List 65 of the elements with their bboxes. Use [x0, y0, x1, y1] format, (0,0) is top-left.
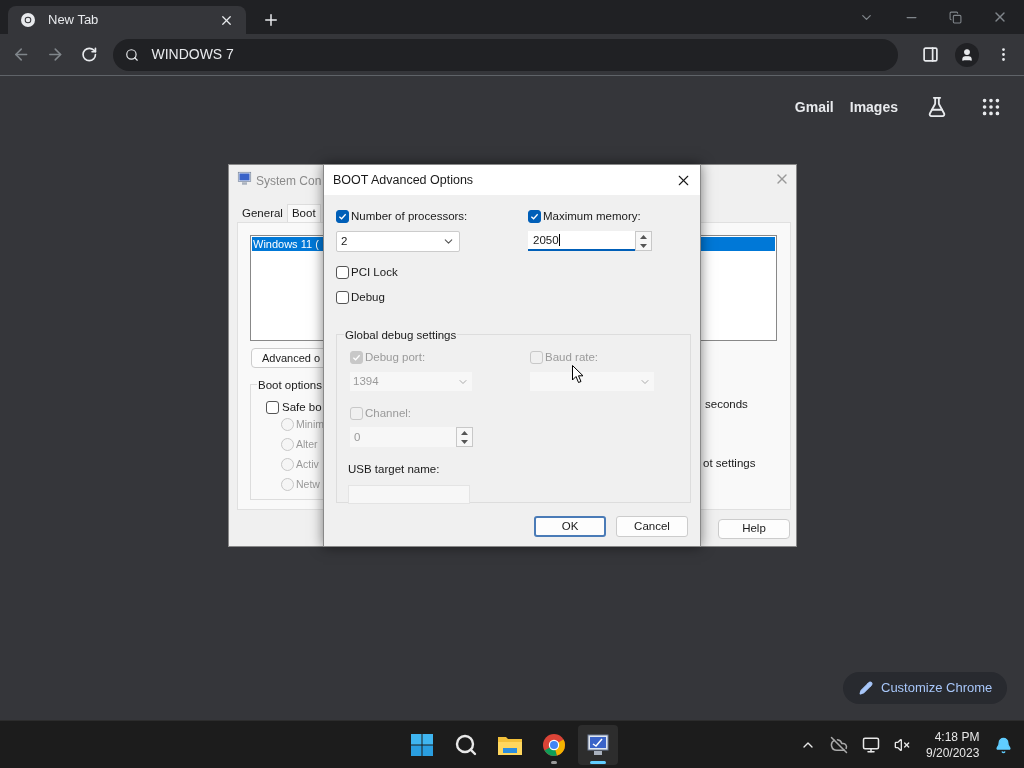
checkmark-icon [338, 212, 347, 222]
permanent-label: ot settings [703, 456, 756, 471]
up-arrow-icon[interactable] [461, 430, 468, 435]
checkmark-icon [530, 212, 539, 222]
checkbox[interactable] [336, 210, 349, 224]
browser-tab[interactable]: New Tab [8, 6, 246, 34]
mouse-cursor-icon [572, 365, 584, 384]
window-title: System Con [256, 173, 322, 190]
chrome-icon[interactable] [542, 733, 566, 757]
checkbox[interactable] [336, 290, 349, 304]
pencil-icon [859, 681, 873, 695]
header-link[interactable]: Images [849, 96, 898, 118]
windows-start-icon[interactable] [410, 733, 434, 757]
tab[interactable]: General [238, 204, 287, 223]
dialog-button[interactable]: OK [534, 515, 606, 537]
spinner-buttons[interactable] [456, 427, 473, 448]
dialog-button[interactable]: Cancel [616, 515, 688, 537]
address-bar[interactable]: WINDOWS 7 [113, 38, 898, 71]
checkbox-label: Debug [351, 289, 385, 305]
checkmark-icon [352, 352, 361, 362]
checkbox-label: Debug port: [365, 349, 426, 365]
flask-icon[interactable] [926, 96, 948, 118]
field-label: USB target name: [348, 462, 441, 478]
checkbox[interactable] [336, 266, 349, 280]
monitor-icon [237, 171, 252, 186]
radio-label: Activ [296, 457, 319, 472]
down-arrow-icon[interactable] [461, 439, 468, 444]
new-tab-icon[interactable] [262, 11, 280, 29]
up-arrow-icon[interactable] [640, 234, 647, 239]
radio-label: Alter [296, 437, 318, 452]
notification-bell-icon[interactable] [995, 736, 1013, 754]
folder-icon[interactable] [497, 734, 523, 756]
checkbox-label: Baud rate: [545, 349, 599, 365]
processors-dropdown[interactable]: 2 [336, 231, 460, 253]
profile-icon[interactable] [955, 42, 979, 67]
restore-icon[interactable] [949, 10, 962, 24]
side-panel-icon[interactable] [922, 46, 939, 63]
checkbox-label: Maximum memory: [543, 209, 641, 224]
down-arrow-icon[interactable] [640, 243, 647, 248]
clock-time[interactable]: 4:18 PM [934, 729, 980, 745]
customize-chrome-button[interactable]: Customize Chrome [843, 672, 1007, 704]
taskbar-app[interactable] [578, 725, 618, 765]
reload-icon[interactable] [80, 46, 98, 63]
help-button[interactable]: Help [718, 519, 790, 539]
address-text: WINDOWS 7 [151, 45, 234, 64]
cloud-off-icon[interactable] [830, 736, 848, 754]
search-icon [125, 47, 140, 62]
checkbox-label: Channel: [365, 406, 412, 421]
clock-date[interactable]: 9/20/2023 [926, 745, 980, 761]
checkbox[interactable] [266, 401, 279, 415]
radio-label: Netw [296, 477, 320, 492]
checkbox[interactable] [528, 210, 541, 224]
apps-grid-icon[interactable] [980, 96, 1002, 118]
monitor-icon[interactable] [586, 733, 610, 757]
search-icon[interactable] [454, 733, 478, 757]
timeout-unit: seconds [705, 397, 748, 412]
header-link[interactable]: Gmail [794, 96, 834, 118]
dialog-title: BOOT Advanced Options [333, 171, 474, 189]
chrome-logo-icon [20, 12, 36, 28]
spinner-buttons[interactable] [635, 231, 652, 252]
checkbox-label: PCI Lock [351, 265, 398, 281]
memory-field[interactable]: 2050 [528, 231, 635, 252]
muted-speaker-icon[interactable] [894, 737, 910, 753]
checkbox-label: Safe bo [282, 400, 322, 415]
checkbox-label: Number of processors: [351, 209, 468, 224]
